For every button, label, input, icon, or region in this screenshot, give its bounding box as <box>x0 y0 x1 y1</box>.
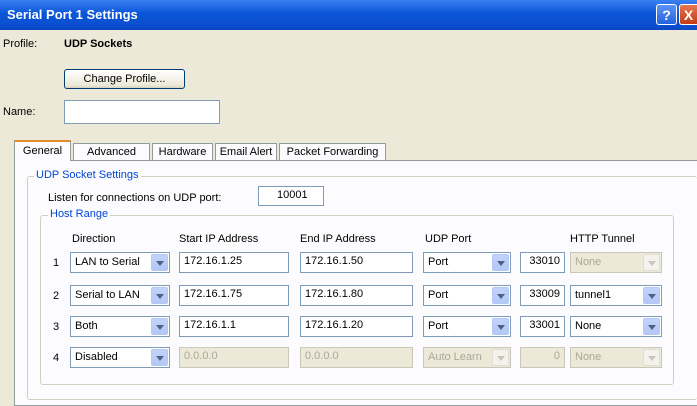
udp-port-mode-value: Port <box>428 289 449 301</box>
http-tunnel-value: None <box>575 256 602 268</box>
end-ip-header: End IP Address <box>300 233 376 245</box>
direction-header: Direction <box>72 233 116 245</box>
tab-general[interactable]: General <box>14 140 71 161</box>
chevron-down-icon[interactable] <box>151 287 168 304</box>
http-tunnel-select[interactable]: None <box>570 316 662 337</box>
udp-port-mode-select[interactable]: Auto Learn <box>423 347 511 368</box>
http-tunnel-select[interactable]: None <box>570 347 662 368</box>
chevron-down-icon[interactable] <box>492 349 509 366</box>
tab-advanced[interactable]: Advanced <box>73 143 150 160</box>
udp-port-field[interactable]: 0 <box>520 347 565 368</box>
chevron-down-icon[interactable] <box>151 349 168 366</box>
udp-port-field[interactable]: 33010 <box>520 252 565 273</box>
end-ip-field[interactable]: 172.16.1.50 <box>300 252 413 273</box>
row-number: 2 <box>53 290 60 302</box>
direction-value: Disabled <box>75 351 118 363</box>
start-ip-field[interactable]: 172.16.1.25 <box>179 252 289 273</box>
udp-port-field[interactable]: 33001 <box>520 316 565 337</box>
listen-port-label: Listen for connections on UDP port: <box>48 192 222 204</box>
http-tunnel-select[interactable]: None <box>570 252 662 273</box>
title-bar: Serial Port 1 Settings ? X <box>0 0 697 30</box>
http-tunnel-value: None <box>575 320 602 332</box>
row-number: 1 <box>53 257 60 269</box>
tab-packet-forwarding[interactable]: Packet Forwarding <box>279 143 386 160</box>
change-profile-button[interactable]: Change Profile... <box>64 69 185 89</box>
direction-select[interactable]: LAN to Serial <box>70 252 170 273</box>
direction-value: LAN to Serial <box>75 256 140 268</box>
chevron-down-icon[interactable] <box>643 287 660 304</box>
start-ip-field[interactable]: 0.0.0.0 <box>179 347 289 368</box>
http-tunnel-value: tunnel1 <box>575 289 612 301</box>
tab-hardware[interactable]: Hardware <box>152 143 213 160</box>
udp-port-mode-value: Port <box>428 256 449 268</box>
chevron-down-icon[interactable] <box>643 349 660 366</box>
udp-port-mode-select[interactable]: Port <box>423 316 511 337</box>
http-tunnel-value: None <box>575 351 602 363</box>
chevron-down-icon[interactable] <box>643 318 660 335</box>
udp-port-mode-select[interactable]: Port <box>423 285 511 306</box>
udp-port-mode-value: Auto Learn <box>428 351 482 363</box>
direction-select[interactable]: Both <box>70 316 170 337</box>
chevron-down-icon[interactable] <box>492 287 509 304</box>
window-title: Serial Port 1 Settings <box>7 7 138 22</box>
listen-port-field[interactable]: 10001 <box>258 186 324 206</box>
name-label: Name: <box>3 106 36 118</box>
chevron-down-icon[interactable] <box>492 318 509 335</box>
chevron-down-icon[interactable] <box>492 254 509 271</box>
host-range-legend: Host Range <box>48 208 111 220</box>
start-ip-header: Start IP Address <box>179 233 259 245</box>
udp-port-header: UDP Port <box>425 233 472 245</box>
row-number: 4 <box>53 352 60 364</box>
end-ip-field[interactable]: 0.0.0.0 <box>300 347 413 368</box>
direction-select[interactable]: Serial to LAN <box>70 285 170 306</box>
http-tunnel-select[interactable]: tunnel1 <box>570 285 662 306</box>
direction-select[interactable]: Disabled <box>70 347 170 368</box>
http-tunnel-header: HTTP Tunnel <box>570 233 635 245</box>
close-icon[interactable]: X <box>679 4 697 25</box>
profile-value: UDP Sockets <box>64 38 133 50</box>
direction-value: Both <box>75 320 98 332</box>
tab-email-alert[interactable]: Email Alert <box>215 143 277 160</box>
start-ip-field[interactable]: 172.16.1.1 <box>179 316 289 337</box>
chevron-down-icon[interactable] <box>151 254 168 271</box>
udp-port-mode-value: Port <box>428 320 449 332</box>
end-ip-field[interactable]: 172.16.1.80 <box>300 285 413 306</box>
end-ip-field[interactable]: 172.16.1.20 <box>300 316 413 337</box>
udp-socket-settings-legend: UDP Socket Settings <box>34 169 141 181</box>
start-ip-field[interactable]: 172.16.1.75 <box>179 285 289 306</box>
chevron-down-icon[interactable] <box>643 254 660 271</box>
help-icon[interactable]: ? <box>656 4 677 25</box>
chevron-down-icon[interactable] <box>151 318 168 335</box>
name-field[interactable] <box>64 100 220 124</box>
row-number: 3 <box>53 321 60 333</box>
udp-port-mode-select[interactable]: Port <box>423 252 511 273</box>
udp-port-field[interactable]: 33009 <box>520 285 565 306</box>
direction-value: Serial to LAN <box>75 289 140 301</box>
profile-label: Profile: <box>3 38 38 50</box>
